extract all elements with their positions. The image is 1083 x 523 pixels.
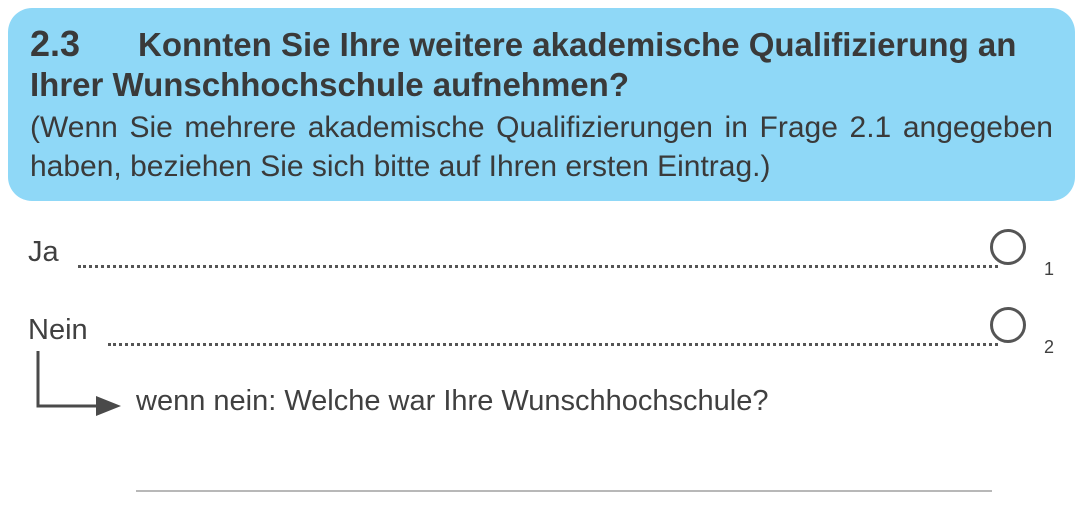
wunschhochschule-answer-line[interactable] <box>136 490 992 492</box>
followup-question: wenn nein: Welche war Ihre Wunschhochsch… <box>136 385 769 417</box>
filter-arrow-icon <box>36 351 121 416</box>
